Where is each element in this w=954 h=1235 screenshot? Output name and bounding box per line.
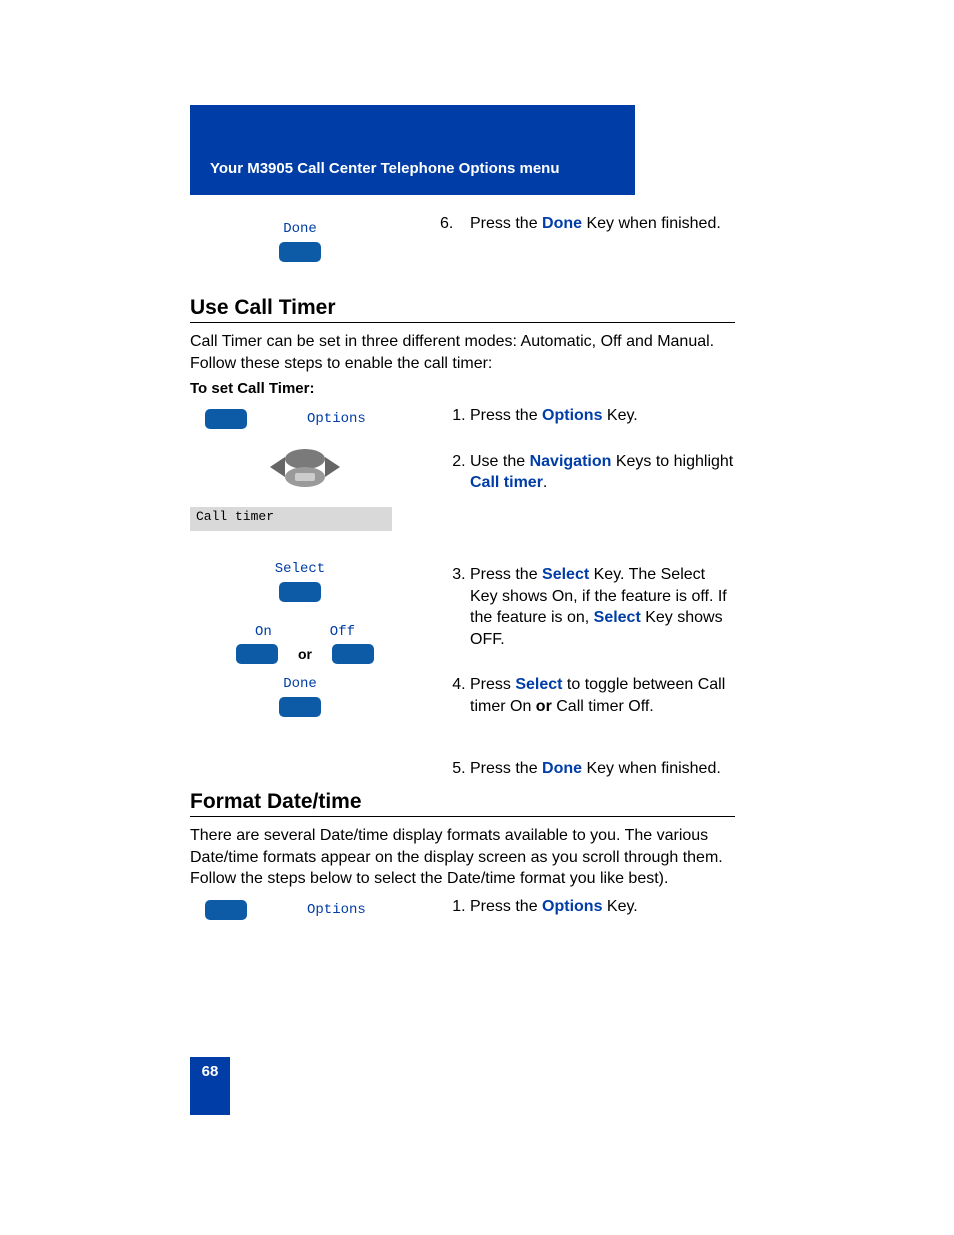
t: Key when finished. bbox=[582, 215, 721, 232]
step-2: Use the Navigation Keys to highlight Cal… bbox=[470, 451, 735, 494]
done-key-block-2: Done bbox=[260, 676, 340, 717]
done-key-button-icon-2 bbox=[279, 697, 321, 717]
done-key-button-icon bbox=[279, 242, 321, 262]
heading-date-time: Format Date/time bbox=[190, 790, 735, 817]
t: Press the bbox=[470, 566, 542, 583]
kw: Done bbox=[542, 760, 582, 777]
options-key-button-icon bbox=[205, 409, 247, 429]
t: Key. bbox=[602, 407, 637, 424]
options-key-label-2: Options bbox=[307, 902, 366, 918]
options-key-block: Options bbox=[190, 409, 420, 429]
date-step-1: Press the Options Key. bbox=[470, 896, 735, 918]
kw: Select bbox=[515, 676, 562, 693]
header-banner: Your M3905 Call Center Telephone Options… bbox=[190, 105, 635, 195]
t: Key. bbox=[602, 898, 637, 915]
step-1: Press the Options Key. bbox=[470, 405, 735, 427]
off-key-button-icon bbox=[332, 644, 374, 664]
t: Press bbox=[470, 676, 515, 693]
kw: Done bbox=[542, 215, 582, 232]
subhead: To set Call Timer: bbox=[190, 380, 735, 397]
banner-title: Your M3905 Call Center Telephone Options… bbox=[210, 160, 560, 177]
step-4: Press Select to toggle between Call time… bbox=[470, 674, 735, 717]
off-key-label: Off bbox=[330, 624, 355, 640]
t: . bbox=[543, 474, 547, 491]
t: Key when finished. bbox=[582, 760, 721, 777]
select-key-label: Select bbox=[260, 561, 340, 577]
timer-steps: Press the Options Key. Use the Navigatio… bbox=[440, 405, 735, 779]
kw: Options bbox=[542, 898, 602, 915]
page-number: 68 bbox=[190, 1057, 230, 1115]
lcd-display: Call timer bbox=[190, 507, 392, 531]
t: Press the bbox=[470, 898, 542, 915]
t: Call timer Off. bbox=[552, 698, 654, 715]
step-6: 6. Press the Done Key when finished. bbox=[440, 215, 735, 233]
or-label: or bbox=[298, 646, 312, 662]
kw: Navigation bbox=[530, 453, 612, 470]
t: Use the bbox=[470, 453, 530, 470]
on-off-block: On Off or bbox=[190, 624, 420, 664]
step-3: Press the Select Key. The Select Key sho… bbox=[470, 564, 735, 650]
step-text: Press the Done Key when finished. bbox=[470, 215, 721, 233]
intro-para: Call Timer can be set in three different… bbox=[190, 331, 735, 374]
options-key-button-icon-2 bbox=[205, 900, 247, 920]
t: Press the bbox=[470, 760, 542, 777]
select-key-block: Select bbox=[260, 561, 340, 602]
section-date-time: Format Date/time There are several Date/… bbox=[190, 790, 735, 941]
heading-call-timer: Use Call Timer bbox=[190, 296, 735, 323]
nav-pad-icon bbox=[190, 439, 420, 499]
t: Keys to highlight bbox=[611, 453, 733, 470]
options-key-label: Options bbox=[307, 411, 366, 427]
date-intro: There are several Date/time display form… bbox=[190, 825, 735, 890]
step-num: 6. bbox=[440, 215, 470, 233]
kw: Select bbox=[542, 566, 589, 583]
page: Your M3905 Call Center Telephone Options… bbox=[0, 0, 954, 1235]
done-key-label: Done bbox=[260, 221, 340, 237]
on-key-label: On bbox=[255, 624, 272, 640]
bold: or bbox=[536, 698, 552, 715]
date-steps: Press the Options Key. bbox=[440, 896, 735, 918]
t: Press the bbox=[470, 215, 542, 232]
t: Press the bbox=[470, 407, 542, 424]
kw: Call timer bbox=[470, 474, 543, 491]
step-5: Press the Done Key when finished. bbox=[470, 758, 735, 780]
intro-block: Done 6. Press the Done Key when finished… bbox=[190, 215, 735, 268]
done-key-block: Done bbox=[260, 221, 340, 262]
on-key-button-icon bbox=[236, 644, 278, 664]
select-key-button-icon bbox=[279, 582, 321, 602]
done-key-label-2: Done bbox=[260, 676, 340, 692]
options-key-block-2: Options bbox=[190, 900, 420, 920]
kw: Options bbox=[542, 407, 602, 424]
kw: Select bbox=[594, 609, 641, 626]
section-call-timer: Use Call Timer Call Timer can be set in … bbox=[190, 296, 735, 803]
